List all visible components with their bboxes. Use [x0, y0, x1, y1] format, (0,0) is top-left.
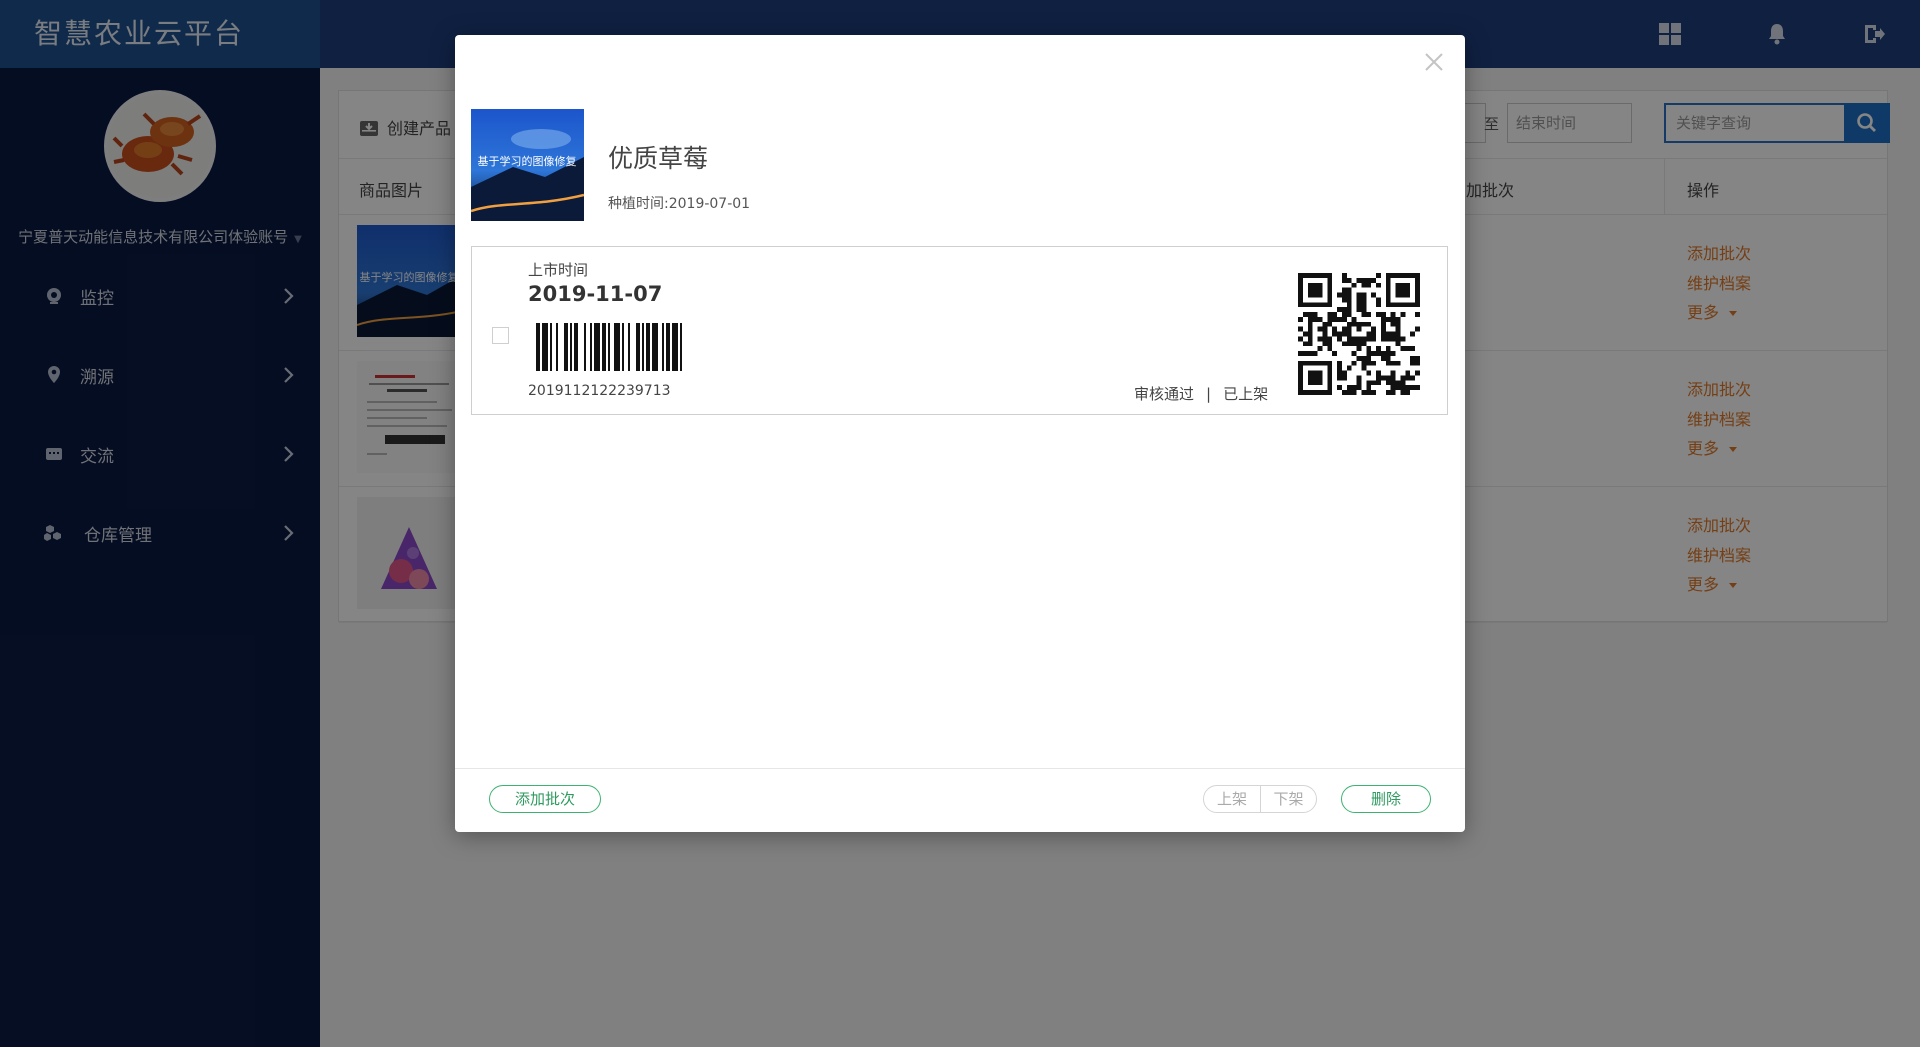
- batch-checkbox[interactable]: [492, 327, 509, 344]
- batch-card: 上市时间 2019-11-07 2019112122239713 审核通过 | 已上…: [471, 246, 1448, 415]
- product-detail-modal: 基于学习的图像修复 优质草莓 种植时间:2019-07-01 上市时间 2019…: [455, 35, 1465, 832]
- qr-code-image: [1298, 273, 1420, 395]
- barcode-image: [536, 323, 682, 371]
- market-time-label: 上市时间: [528, 261, 589, 279]
- product-image: 基于学习的图像修复: [471, 109, 584, 221]
- add-batch-button[interactable]: 添加批次: [489, 785, 601, 813]
- shelf-status: 已上架: [1223, 385, 1269, 403]
- close-icon[interactable]: [1423, 51, 1445, 73]
- product-name: 优质草莓: [608, 144, 709, 173]
- product-image-caption: 基于学习的图像修复: [478, 154, 577, 168]
- status-separator: |: [1206, 385, 1212, 403]
- shelf-button-group: 上架 下架: [1203, 785, 1317, 813]
- batch-code: 2019112122239713: [528, 383, 671, 399]
- delete-button[interactable]: 删除: [1341, 785, 1431, 813]
- off-shelf-button[interactable]: 下架: [1260, 786, 1316, 812]
- review-status: 审核通过: [1134, 385, 1195, 403]
- modal-footer: 添加批次 上架 下架 删除: [455, 768, 1465, 832]
- market-date: 2019-11-07: [528, 282, 663, 306]
- plant-time: 种植时间:2019-07-01: [608, 196, 751, 212]
- batch-status: 审核通过 | 已上架: [1134, 383, 1268, 404]
- on-shelf-button[interactable]: 上架: [1204, 786, 1260, 812]
